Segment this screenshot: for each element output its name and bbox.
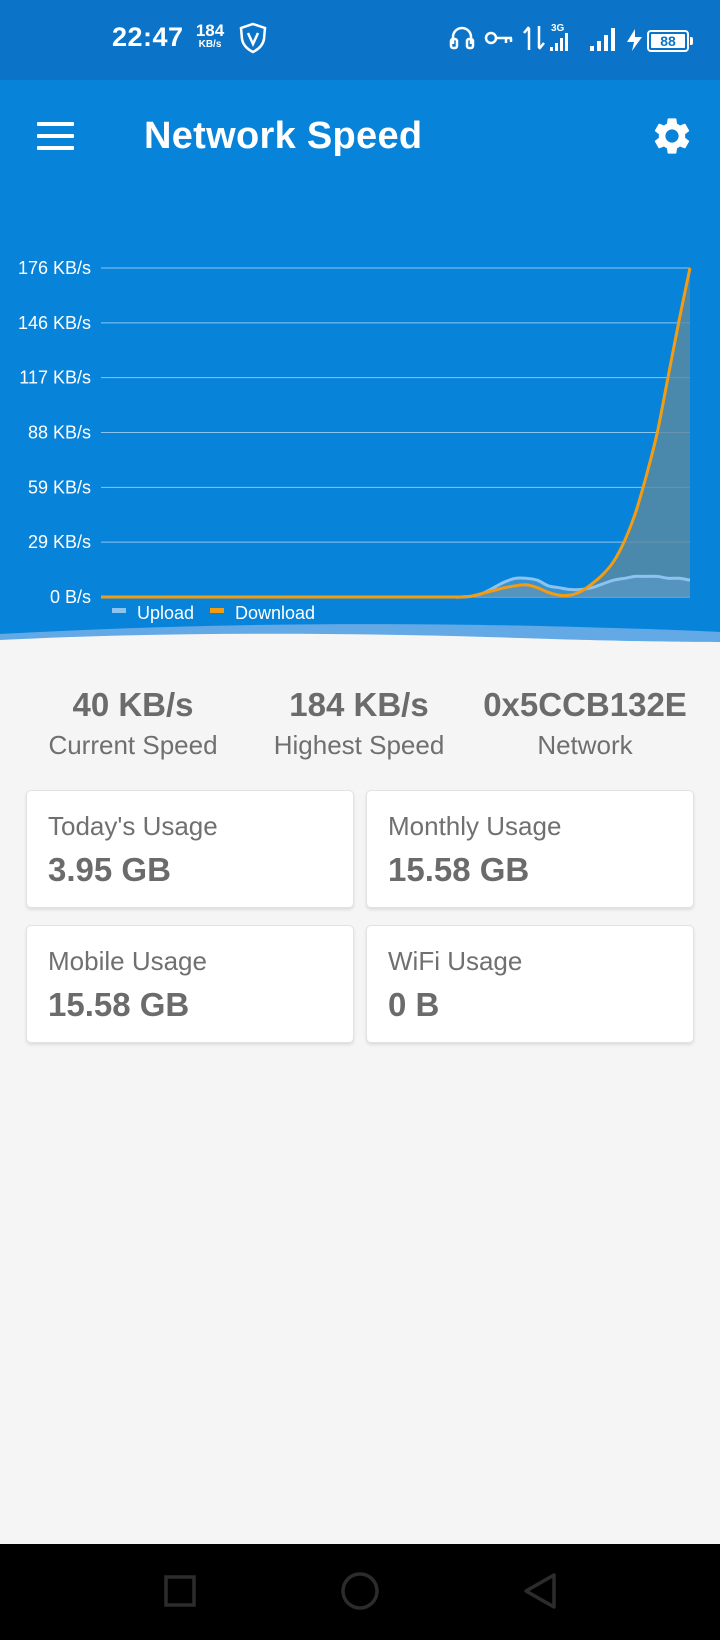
current-speed-label: Current Speed	[48, 730, 218, 760]
card-value: 15.58 GB	[388, 851, 530, 888]
y-tick-label: 59 KB/s	[28, 477, 91, 497]
status-speed-value: 184	[195, 21, 225, 40]
y-tick-label: 0 B/s	[50, 587, 91, 607]
todays-usage-card: Today's Usage 3.95 GB	[26, 790, 354, 908]
y-tick-label: 88 KB/s	[28, 423, 91, 443]
network-stat: 0x5CCB132E Network	[475, 686, 695, 760]
card-label: Monthly Usage	[388, 811, 562, 841]
card-label: Today's Usage	[48, 811, 218, 841]
highest-speed-value: 184 KB/s	[289, 686, 429, 723]
y-tick-label: 117 KB/s	[19, 368, 91, 388]
data-transfer-icon	[523, 26, 545, 50]
y-tick-label: 176 KB/s	[18, 258, 91, 278]
battery-level: 88	[651, 34, 685, 48]
card-label: WiFi Usage	[388, 946, 523, 976]
card-value: 15.58 GB	[48, 986, 190, 1023]
menu-icon[interactable]	[32, 116, 80, 156]
status-speed-unit: KB/s	[198, 39, 222, 50]
mobile-usage-card: Mobile Usage 15.58 GB	[26, 925, 354, 1043]
navigation-bar	[0, 1544, 720, 1640]
highest-speed-label: Highest Speed	[273, 730, 445, 760]
gear-icon[interactable]	[650, 114, 694, 158]
recents-square-icon[interactable]	[120, 1544, 240, 1640]
back-triangle-icon[interactable]	[480, 1544, 600, 1640]
network-label: Network	[537, 730, 633, 760]
highest-speed-stat: 184 KB/s Highest Speed	[249, 686, 469, 760]
signal-icon	[550, 33, 568, 51]
speed-chart: 0 B/s 29 KB/s 59 KB/s 88 KB/s 117 KB/s 146 KB…	[18, 258, 692, 623]
signal-icon	[590, 28, 615, 51]
legend-swatch-download	[210, 608, 224, 613]
network-value: 0x5CCB132E	[483, 686, 687, 723]
legend-swatch-upload	[112, 608, 126, 613]
home-circle-icon[interactable]	[300, 1544, 420, 1640]
current-speed-value: 40 KB/s	[72, 686, 194, 723]
monthly-usage-card: Monthly Usage 15.58 GB	[366, 790, 694, 908]
wifi-usage-card: WiFi Usage 0 B	[366, 925, 694, 1043]
y-tick-label: 29 KB/s	[28, 532, 91, 552]
y-tick-label: 146 KB/s	[18, 313, 91, 333]
status-time: 22:47	[112, 22, 184, 52]
vpn-shield-icon	[239, 22, 267, 54]
card-value: 3.95 GB	[48, 851, 171, 888]
app-title: Network Speed	[144, 115, 423, 157]
header-wave	[0, 624, 720, 650]
status-speed-indicator: 184 KB/s	[193, 22, 227, 50]
card-value: 0 B	[388, 986, 440, 1023]
charging-icon	[627, 29, 642, 51]
status-bar: 22:47 184 KB/s 3G 88	[0, 0, 720, 80]
card-label: Mobile Usage	[48, 946, 207, 976]
headset-icon	[449, 26, 475, 50]
key-icon	[484, 31, 513, 45]
battery-icon: 88	[647, 30, 693, 52]
current-speed-stat: 40 KB/s Current Speed	[23, 686, 243, 760]
